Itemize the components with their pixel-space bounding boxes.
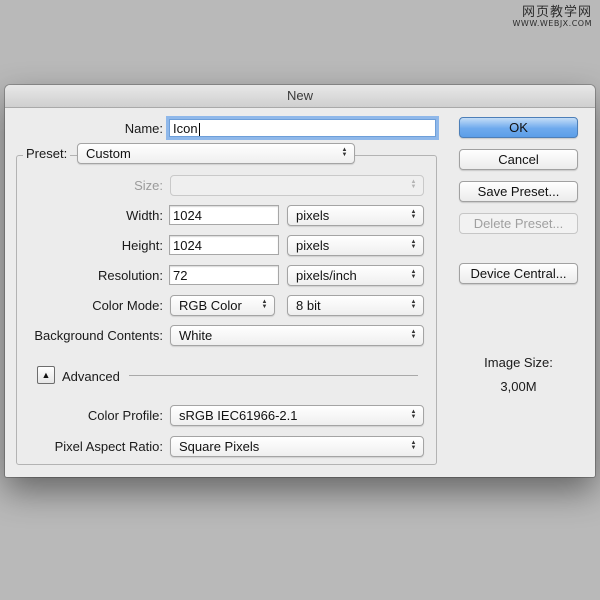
pixel-aspect-ratio-label: Pixel Aspect Ratio: (54, 439, 163, 454)
background-contents-value: White (179, 328, 213, 343)
up-down-arrows-icon: ▲ ▼ (410, 329, 417, 340)
image-size-value: 3,00M (500, 379, 537, 394)
ok-button[interactable]: OK (459, 117, 578, 138)
up-down-arrows-icon: ▲ ▼ (410, 209, 417, 220)
up-down-arrows-icon: ▲ ▼ (410, 179, 417, 190)
preset-select[interactable]: Custom ▲ ▼ (77, 143, 355, 164)
background-contents-select[interactable]: White ▲ ▼ (170, 325, 424, 346)
up-down-arrows-icon: ▲ ▼ (410, 440, 417, 451)
color-profile-select[interactable]: sRGB IEC61966-2.1 ▲ ▼ (170, 405, 424, 426)
up-down-arrows-icon: ▲ ▼ (410, 409, 417, 420)
width-unit-select[interactable]: pixels ▲ ▼ (287, 205, 424, 226)
color-mode-select[interactable]: RGB Color ▲ ▼ (170, 295, 275, 316)
height-field[interactable]: 1024 (169, 235, 279, 255)
up-down-arrows-icon: ▲ ▼ (410, 239, 417, 250)
dialog-title: New (5, 85, 595, 108)
name-label: Name: (124, 121, 163, 136)
up-down-arrows-icon: ▲ ▼ (410, 269, 417, 280)
resolution-unit-select[interactable]: pixels/inch ▲ ▼ (287, 265, 424, 286)
disclosure-triangle-icon[interactable]: ▲ (37, 366, 55, 384)
background-contents-label: Background Contents: (34, 328, 163, 343)
device-central-button[interactable]: Device Central... (459, 263, 578, 284)
bit-depth-value: 8 bit (296, 298, 321, 313)
advanced-separator (129, 375, 418, 376)
width-label: Width: (126, 208, 163, 223)
text-caret (198, 123, 200, 136)
height-unit-select[interactable]: pixels ▲ ▼ (287, 235, 424, 256)
color-mode-value: RGB Color (179, 298, 242, 313)
resolution-unit-value: pixels/inch (296, 268, 357, 283)
bit-depth-select[interactable]: 8 bit ▲ ▼ (287, 295, 424, 316)
up-down-arrows-icon: ▲ ▼ (261, 299, 268, 310)
width-unit-value: pixels (296, 208, 330, 223)
pixel-aspect-ratio-select[interactable]: Square Pixels ▲ ▼ (170, 436, 424, 457)
color-profile-value: sRGB IEC61966-2.1 (179, 408, 298, 423)
height-unit-value: pixels (296, 238, 330, 253)
watermark-title: 网页教学网 (521, 5, 592, 20)
size-select: ▲ ▼ (170, 175, 424, 196)
resolution-field[interactable]: 72 (169, 265, 279, 285)
color-profile-label: Color Profile: (87, 408, 163, 423)
pixel-aspect-ratio-value: Square Pixels (179, 439, 260, 454)
size-label: Size: (134, 178, 163, 193)
watermark: 网页教学网 WWW.WEBJX.COM (513, 6, 592, 28)
name-field[interactable]: Icon (169, 119, 436, 137)
advanced-label: Advanced (62, 369, 120, 384)
resolution-label: Resolution: (97, 268, 163, 283)
save-preset-button[interactable]: Save Preset... (459, 181, 578, 202)
image-size-label: Image Size: (484, 355, 553, 370)
new-document-dialog: New Name: Icon Preset: Custom ▲ ▼ Size: ▲… (5, 85, 595, 477)
width-field[interactable]: 1024 (169, 205, 279, 225)
preset-value: Custom (86, 146, 131, 161)
color-mode-label: Color Mode: (92, 298, 163, 313)
watermark-url: WWW.WEBJX.COM (512, 18, 592, 28)
up-down-arrows-icon: ▲ ▼ (341, 147, 348, 158)
preset-label: Preset: (23, 146, 71, 161)
delete-preset-button: Delete Preset... (459, 213, 578, 234)
cancel-button[interactable]: Cancel (459, 149, 578, 170)
name-value: Icon (173, 121, 198, 136)
up-down-arrows-icon: ▲ ▼ (410, 299, 417, 310)
height-label: Height: (121, 238, 163, 253)
